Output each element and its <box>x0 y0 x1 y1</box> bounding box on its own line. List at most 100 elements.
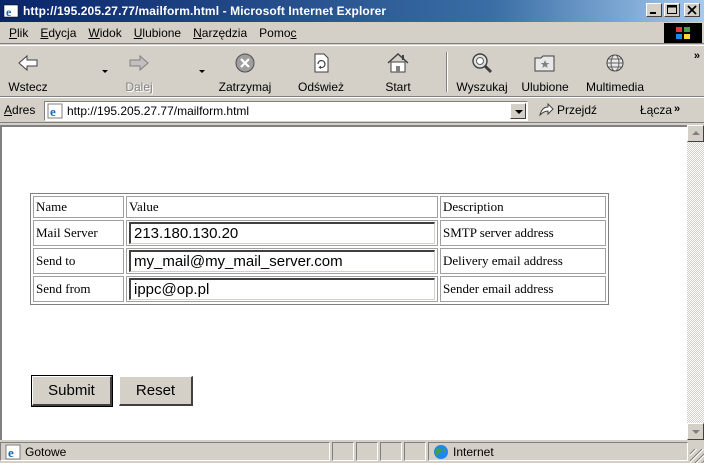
menu-bar: Plik Edycja Widok Ulubione Narzędzia Pom… <box>0 22 704 44</box>
page-content: Name Value Description Mail Server 213.1… <box>0 125 687 440</box>
menu-label: Pomo <box>259 25 291 40</box>
menu-label: lubione <box>142 25 182 40</box>
standard-toolbar: Wstecz Dalej Zatrzymaj Odśwież Start Wys… <box>0 45 704 97</box>
menu-narzedzia[interactable]: Narzędzia <box>187 23 253 43</box>
menu-accel: N <box>193 25 202 40</box>
menu-label: arzędzia <box>201 25 248 40</box>
close-icon <box>687 5 697 15</box>
page-done-icon: e <box>5 444 21 460</box>
favorites-folder-icon <box>534 55 555 72</box>
home-label: Start <box>385 80 411 94</box>
menu-accel: W <box>88 25 100 40</box>
table-row: Send from ippc@op.pl Sender email addres… <box>33 276 606 302</box>
go-arrow-icon <box>539 103 554 117</box>
stop-icon <box>235 53 255 73</box>
toolbar-more-chevron[interactable]: » <box>694 50 700 62</box>
search-button[interactable]: Wyszukaj <box>452 48 512 96</box>
links-more-chevron: » <box>674 103 681 115</box>
favorites-label: Ulubione <box>521 80 569 94</box>
toolbar-separator <box>446 52 448 92</box>
address-bar: Adres e http://195.205.27.77/mailform.ht… <box>0 97 704 123</box>
refresh-button[interactable]: Odśwież <box>292 48 350 96</box>
status-bar: e Gotowe Internet <box>0 440 704 463</box>
go-button[interactable]: Przejdź <box>538 103 597 117</box>
menu-edycja[interactable]: Edycja <box>34 23 82 43</box>
row-description: Delivery email address <box>440 248 606 274</box>
menu-pomoc[interactable]: Pomoc <box>253 23 302 43</box>
menu-label: lik <box>17 25 29 40</box>
status-pane <box>356 442 378 461</box>
row-value-cell: ippc@op.pl <box>126 276 438 302</box>
back-button[interactable]: Wstecz <box>2 48 54 96</box>
resize-grip[interactable] <box>690 449 704 463</box>
maximize-icon <box>667 5 677 14</box>
reset-button[interactable]: Reset <box>119 376 193 406</box>
address-url: http://195.205.27.77/mailform.html <box>67 104 250 118</box>
table-row: Mail Server 213.180.130.20 SMTP server a… <box>33 220 606 246</box>
address-input[interactable]: e http://195.205.27.77/mailform.html <box>44 101 528 121</box>
table-header-row: Name Value Description <box>33 196 606 218</box>
minimize-icon <box>650 12 656 14</box>
media-globe-icon <box>606 54 624 72</box>
go-label: Przejdź <box>557 103 598 117</box>
submit-button[interactable]: Submit <box>31 375 113 407</box>
address-dropdown-button[interactable] <box>510 103 526 119</box>
status-pane <box>332 442 354 461</box>
maximize-button[interactable] <box>664 3 680 17</box>
status-text: Gotowe <box>25 444 67 459</box>
svg-text:e: e <box>50 104 56 119</box>
windows-logo-icon <box>676 27 690 39</box>
row-name: Send to <box>33 248 124 274</box>
row-name: Mail Server <box>33 220 124 246</box>
search-label: Wyszukaj <box>456 80 508 94</box>
header-name: Name <box>33 196 124 218</box>
zone-text: Internet <box>453 444 494 459</box>
menu-plik[interactable]: Plik <box>3 23 34 43</box>
menu-widok[interactable]: Widok <box>82 23 127 43</box>
row-name: Send from <box>33 276 124 302</box>
stop-button[interactable]: Zatrzymaj <box>210 48 280 96</box>
menu-ulubione[interactable]: Ulubione <box>128 23 187 43</box>
back-label: Wstecz <box>8 80 48 94</box>
search-icon <box>472 53 493 74</box>
back-dropdown-arrow[interactable] <box>102 70 108 73</box>
links-button[interactable]: Łącza » <box>640 103 680 117</box>
send-to-input[interactable]: my_mail@my_mail_server.com <box>129 250 435 272</box>
address-label: Adres <box>4 103 35 117</box>
internet-globe-icon <box>434 444 448 459</box>
ie-icon: e <box>3 4 19 19</box>
header-description: Description <box>440 196 606 218</box>
mail-server-input[interactable]: 213.180.130.20 <box>129 222 435 244</box>
address-label-text: dres <box>12 103 36 117</box>
close-button[interactable] <box>684 3 700 17</box>
scroll-down-button[interactable] <box>687 423 704 440</box>
vertical-scrollbar[interactable] <box>687 125 704 440</box>
row-value-cell: 213.180.130.20 <box>126 220 438 246</box>
row-description: Sender email address <box>440 276 606 302</box>
forward-arrow-icon <box>129 54 149 72</box>
title-bar[interactable]: e http://195.205.27.77/mailform.html - M… <box>0 0 704 22</box>
home-button[interactable]: Start <box>378 48 418 96</box>
forward-label: Dalej <box>125 80 153 94</box>
home-icon <box>387 53 409 73</box>
send-from-input[interactable]: ippc@op.pl <box>129 278 435 300</box>
menu-accel: c <box>290 25 297 40</box>
minimize-button[interactable] <box>646 3 662 17</box>
mail-form-table: Name Value Description Mail Server 213.1… <box>30 193 609 305</box>
status-pane <box>404 442 426 461</box>
stop-label: Zatrzymaj <box>218 80 272 94</box>
forward-button[interactable]: Dalej <box>118 48 160 96</box>
links-label: Łącza <box>640 103 673 117</box>
scroll-up-button[interactable] <box>687 125 704 142</box>
menu-accel: P <box>9 25 18 40</box>
menu-label: dycja <box>48 25 77 40</box>
window-title: http://195.205.27.77/mailform.html - Mic… <box>23 4 387 18</box>
media-button[interactable]: Multimedia <box>580 48 650 96</box>
table-row: Send to my_mail@my_mail_server.com Deliv… <box>33 248 606 274</box>
media-label: Multimedia <box>585 80 645 94</box>
status-text-pane: e Gotowe <box>0 442 330 461</box>
back-arrow-icon <box>18 54 38 72</box>
favorites-button[interactable]: Ulubione <box>515 48 575 96</box>
zone-pane: Internet <box>428 442 688 461</box>
forward-dropdown-arrow[interactable] <box>199 70 205 73</box>
